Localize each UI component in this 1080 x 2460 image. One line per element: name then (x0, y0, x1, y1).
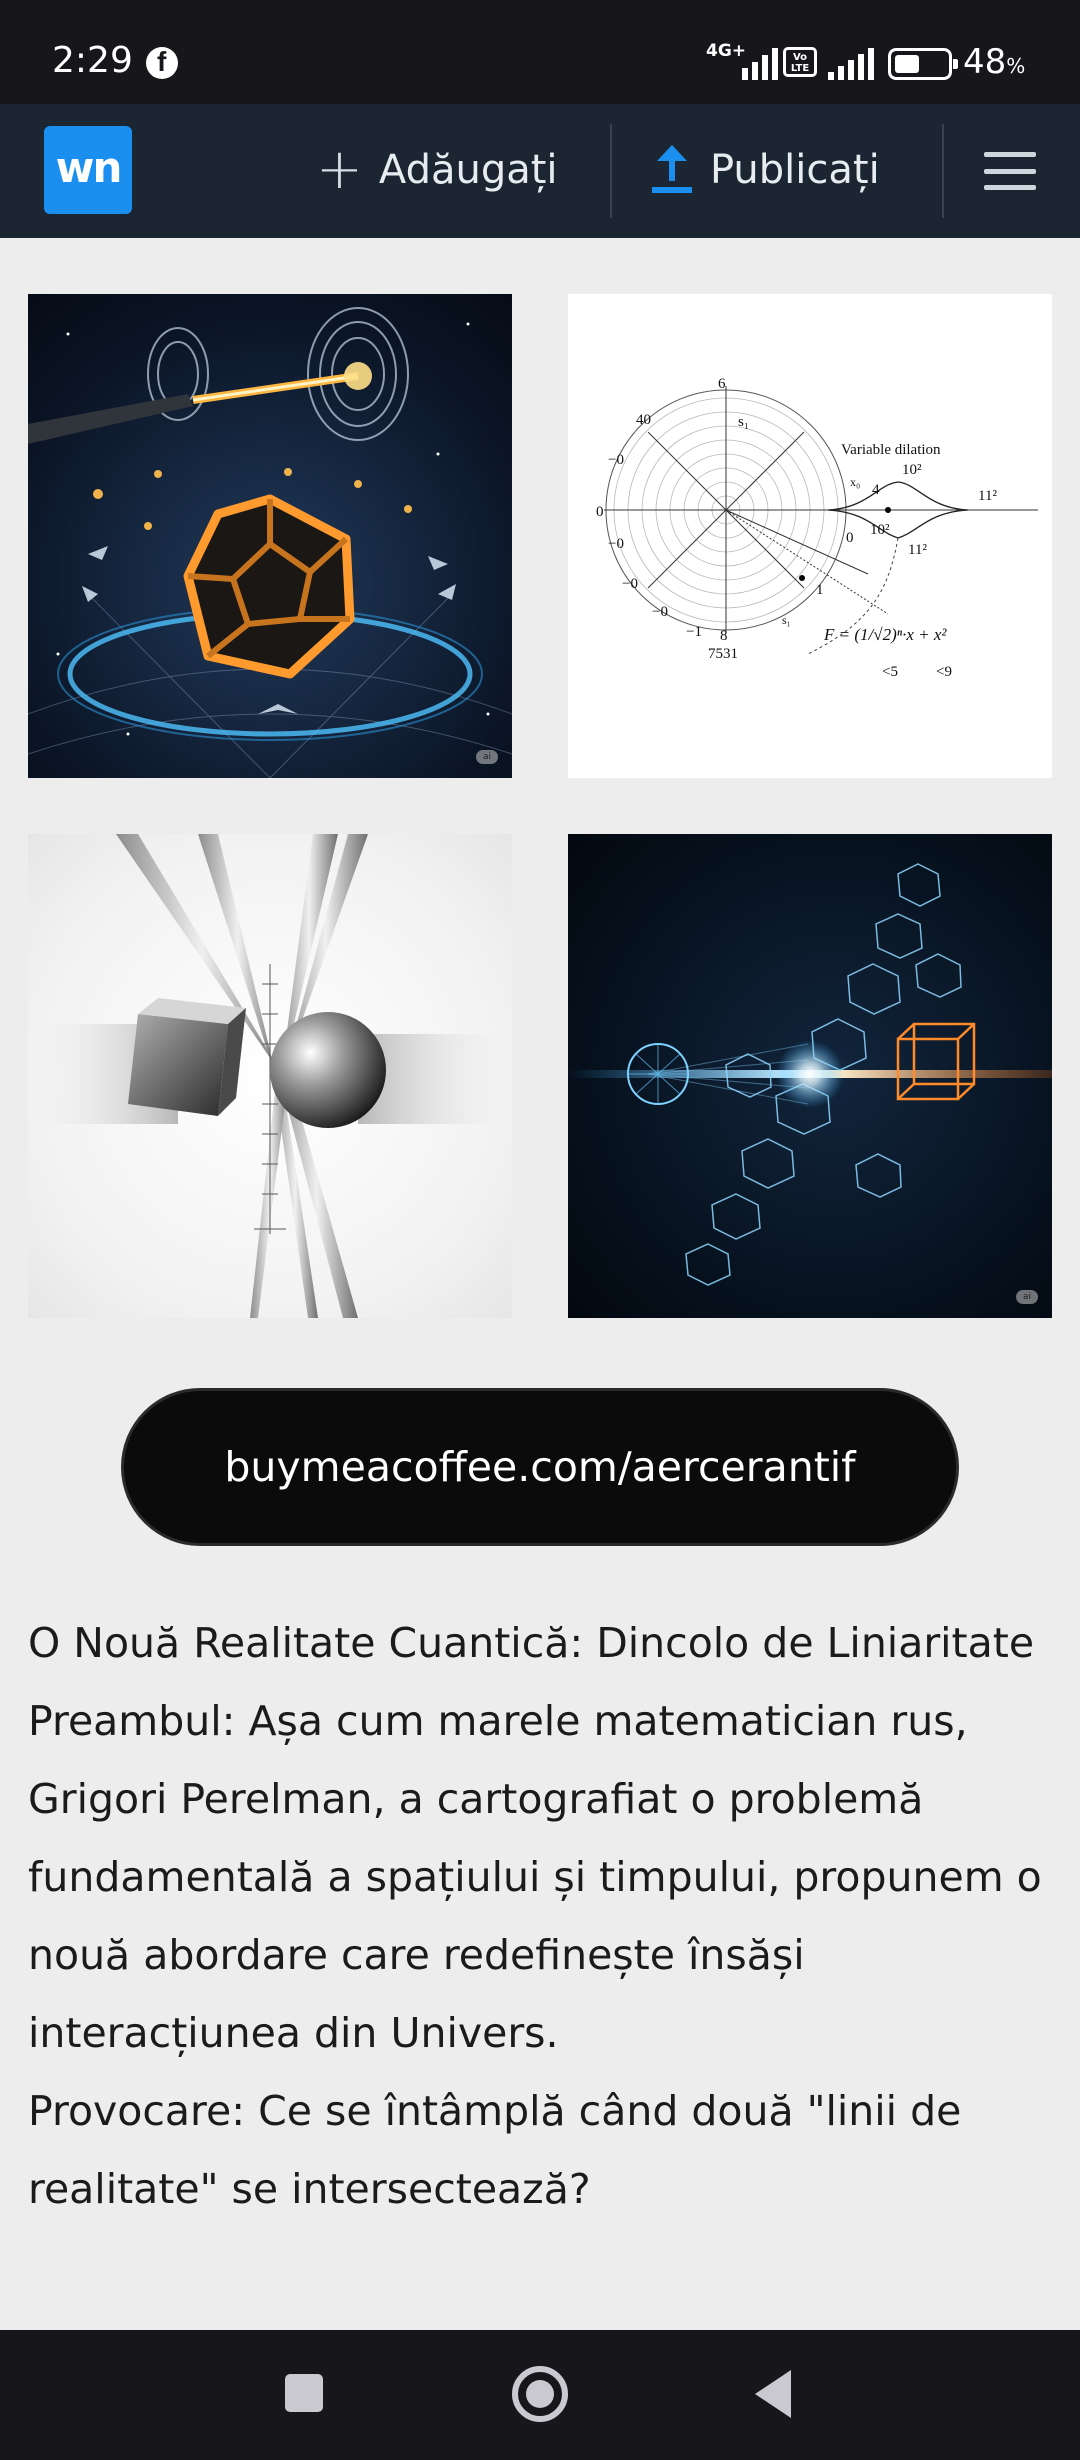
facebook-notification-icon (146, 46, 178, 79)
publish-button[interactable]: Publicați (650, 140, 880, 200)
diagram-label-4: 4 (872, 482, 880, 498)
diagram-label-lt5: <5 (882, 664, 898, 680)
photon-dodecahedron-image[interactable]: ai (28, 294, 512, 778)
publish-button-label: Publicați (710, 147, 880, 193)
signal-strength-icon (742, 46, 778, 80)
article-preamble: Preambul: Așa cum marele matematician ru… (28, 1697, 1042, 2057)
status-time: 2:29 (52, 40, 133, 81)
battery-percent: 48% (963, 42, 1026, 82)
hamburger-menu-icon[interactable] (984, 152, 1036, 190)
system-navigation-bar (0, 2330, 1080, 2460)
diagram-label-formula: F = (1/√2)ⁿ·x + x² (823, 625, 947, 644)
buymeacoffee-link-button[interactable]: buymeacoffee.com/aercerantif (121, 1388, 959, 1546)
diagram-label-10sq: 10² (902, 462, 922, 478)
app-header: wn + Adăugați Publicați (0, 104, 1080, 238)
polar-diagram-image[interactable]: s₁ Variable dilation 6 40 −0 0 −0 −0 −0 … (568, 294, 1052, 778)
diagram-label-0-b: 0 (846, 530, 854, 546)
upload-icon (650, 145, 694, 195)
header-divider (942, 124, 944, 218)
diagram-label-minus0: −0 (608, 452, 624, 468)
recent-apps-icon[interactable] (285, 2374, 323, 2412)
battery-level-fill (895, 55, 919, 73)
volte-icon: Vo LTE (783, 47, 817, 77)
back-icon[interactable] (755, 2370, 791, 2418)
diagram-label-minus0-d: −0 (652, 604, 668, 620)
diagram-labels: s₁ Variable dilation 6 40 −0 0 −0 −0 −0 … (596, 376, 997, 680)
diagram-label-minus1: −1 (686, 624, 702, 640)
diagram-label-8: 8 (720, 628, 728, 644)
network-type-label: 4G+ (706, 41, 747, 61)
diagram-label-s1-b: s₁ (782, 613, 791, 627)
diagram-label-s1: s₁ (738, 414, 749, 430)
light-beam-crystal-image[interactable]: ai (568, 834, 1052, 1318)
diagram-label-minus0-b: −0 (608, 536, 624, 552)
diagram-label-minus0-c: −0 (622, 576, 638, 592)
diagram-label-40: 40 (636, 412, 651, 428)
diagram-label-6: 6 (718, 376, 726, 392)
article-body: O Nouă Realitate Cuantică: Dincolo de Li… (28, 1604, 1058, 2228)
metal-cube-sphere-image[interactable] (28, 834, 512, 1318)
diagram-label-lt9: <9 (936, 664, 952, 680)
wn-logo[interactable]: wn (44, 126, 132, 214)
plus-icon: + (316, 137, 363, 202)
diagram-label-11sq: 11² (978, 488, 997, 504)
add-button-label: Adăugați (378, 147, 558, 193)
signal-strength-2-icon (828, 46, 874, 80)
diagram-label-x0: x₀ (850, 475, 860, 489)
diagram-label-7531: 7531 (708, 646, 738, 662)
add-button[interactable]: + Adăugați (316, 140, 558, 200)
diagram-label-10sq-b: 10² (870, 522, 890, 538)
home-icon[interactable] (512, 2366, 568, 2422)
status-bar: 2:29 4G+ Vo LTE 48% (0, 0, 1080, 104)
battery-icon (888, 48, 958, 80)
diagram-label-0: 0 (596, 504, 604, 520)
header-divider (610, 124, 612, 218)
diagram-label-11sq-b: 11² (908, 542, 927, 558)
diagram-label-1: 1 (816, 582, 824, 598)
article-title: O Nouă Realitate Cuantică: Dincolo de Li… (28, 1619, 1035, 1667)
ai-badge: ai (476, 750, 498, 764)
diagram-label-variable-dilation: Variable dilation (841, 442, 941, 458)
article-challenge: Provocare: Ce se întâmplă când două "lin… (28, 2087, 962, 2213)
ai-badge: ai (1016, 1290, 1038, 1304)
